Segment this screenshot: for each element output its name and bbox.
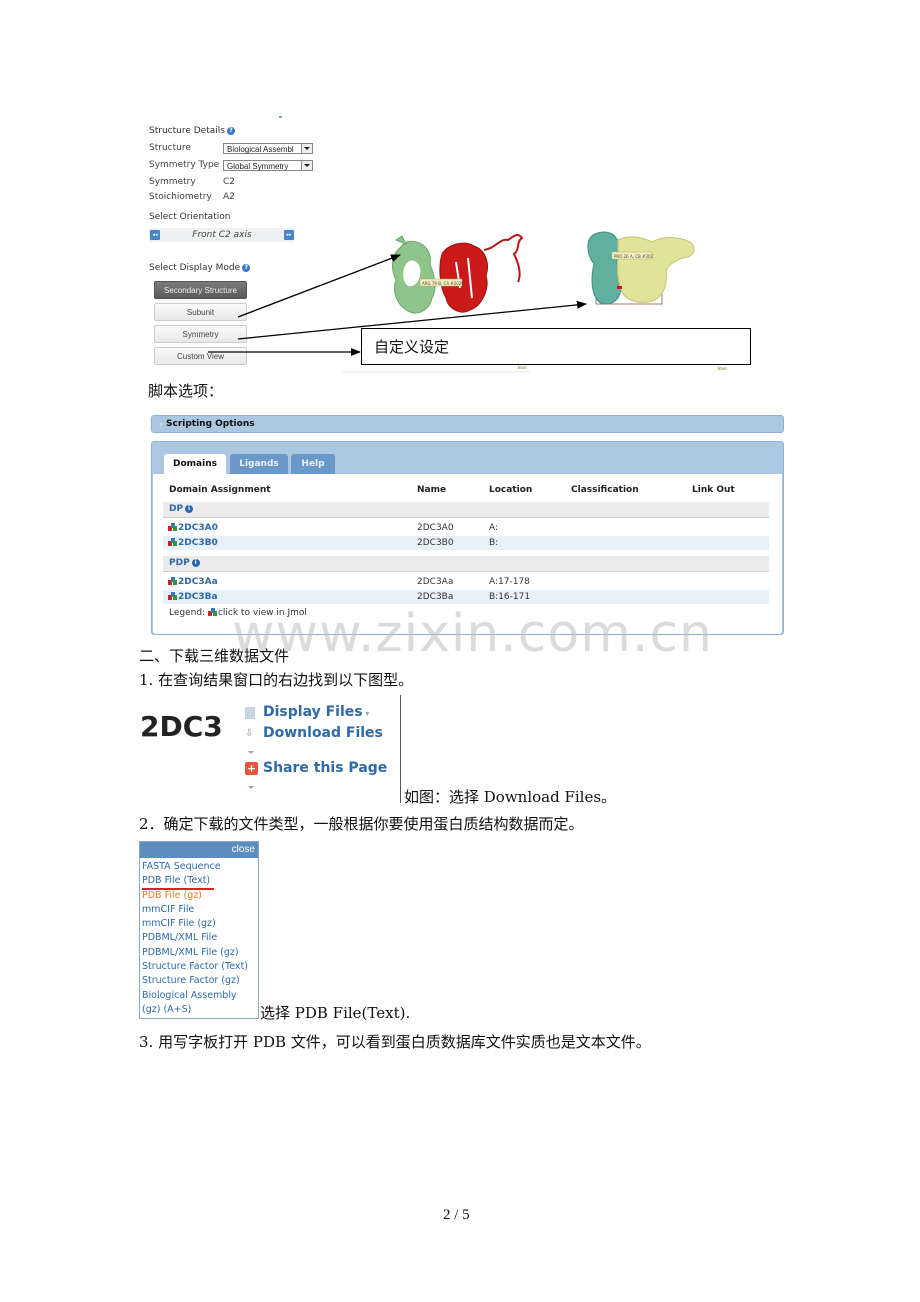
download-option-mmcif[interactable]: mmCIF File xyxy=(140,903,258,917)
image-border xyxy=(258,1000,259,1018)
arrow-subunit xyxy=(237,254,401,318)
group-label-dp: DP i xyxy=(169,502,194,517)
image-border xyxy=(400,695,401,803)
domain-name: 2DC3Ba xyxy=(417,592,454,602)
section-heading: 二、下载三维数据文件 xyxy=(139,647,290,665)
caret-down-icon[interactable] xyxy=(248,751,254,754)
download-option-pdb-text[interactable]: PDB File (Text) xyxy=(140,874,258,888)
download-option-mmcif-gz[interactable]: mmCIF File (gz) xyxy=(140,917,258,931)
column-header-location: Location xyxy=(489,485,533,495)
tab-help[interactable]: Help xyxy=(291,454,335,474)
domain-location: B:16-171 xyxy=(489,592,531,602)
domain-link[interactable]: 2DC3Aa xyxy=(168,575,218,589)
step-2-note: 选择 PDB File(Text). xyxy=(260,1004,411,1022)
jmol-icon xyxy=(168,523,177,531)
info-icon[interactable]: i xyxy=(185,505,194,513)
column-header-classification: Classification xyxy=(571,485,639,495)
jmol-logo-left: Jmol xyxy=(517,366,527,371)
group-label-pdp: PDP i xyxy=(169,556,200,571)
jmol-icon xyxy=(168,592,177,600)
download-option-biological-assembly[interactable]: Biological Assembly xyxy=(140,989,258,1003)
table-row: 2DC3A0 2DC3A0 A: xyxy=(163,521,769,535)
domain-link[interactable]: 2DC3Ba xyxy=(168,590,218,604)
document-icon xyxy=(245,707,255,719)
pdb-id: 2DC3 xyxy=(140,710,223,743)
download-files-menu: close FASTA Sequence PDB File (Text) PDB… xyxy=(139,841,259,1019)
domain-name: 2DC3A0 xyxy=(417,523,454,533)
close-menu-button[interactable]: close xyxy=(140,842,258,858)
step-3-text: 3. 用写字板打开 PDB 文件，可以看到蛋白质数据库文件实质也是文本文件。 xyxy=(139,1033,651,1051)
download-option-structure-factor-gz[interactable]: Structure Factor (gz) xyxy=(140,974,258,988)
column-header-link-out: Link Out xyxy=(692,485,735,495)
tab-ligands[interactable]: Ligands xyxy=(230,454,288,474)
jmol-icon xyxy=(168,538,177,546)
jmol-logo-right: Jmol xyxy=(717,367,727,372)
file-actions-menu: Display Files ▾ ⇩ Download Files + Share… xyxy=(245,704,395,799)
collapse-arrow-icon: › xyxy=(160,421,163,428)
domain-name: 2DC3B0 xyxy=(417,538,454,548)
jmol-icon xyxy=(207,608,217,616)
scripting-options-title: Scripting Options xyxy=(166,419,255,429)
column-header-domain-assignment: Domain Assignment xyxy=(169,485,271,495)
domain-link[interactable]: 2DC3B0 xyxy=(168,536,218,550)
download-files-link[interactable]: Download Files xyxy=(263,725,383,741)
display-files-link[interactable]: Display Files ▾ xyxy=(263,704,369,720)
table-row: 2DC3Aa 2DC3Aa A:17-178 xyxy=(163,575,769,589)
tab-domains[interactable]: Domains xyxy=(164,454,226,474)
share-page-link[interactable]: Share this Page xyxy=(263,760,387,776)
legend-prefix: Legend: xyxy=(169,608,208,618)
highlight-underline xyxy=(142,888,214,890)
domain-name: 2DC3Aa xyxy=(417,577,454,587)
download-option-pdb-gz[interactable]: PDB File (gz) xyxy=(140,889,258,903)
custom-settings-callout: 自定义设定 xyxy=(361,328,751,365)
domain-location: B: xyxy=(489,538,499,548)
table-row: 2DC3B0 2DC3B0 B: xyxy=(163,536,769,550)
watermark: www.zixin.com.cn xyxy=(232,604,713,664)
step-2-text: 2．确定下载的文件类型，一般根据你要使用蛋白质结构数据而定。 xyxy=(139,815,584,833)
download-option-pdbml[interactable]: PDBML/XML File xyxy=(140,931,258,945)
page-number: 2 / 5 xyxy=(443,1207,470,1223)
scripting-options-header[interactable]: › Scripting Options xyxy=(151,415,784,433)
scripting-options-caption: 脚本选项： xyxy=(148,382,224,400)
caret-down-icon[interactable] xyxy=(248,786,254,789)
download-option-structure-factor-text[interactable]: Structure Factor (Text) xyxy=(140,960,258,974)
group-row-pdp: PDP i xyxy=(163,556,769,572)
download-option-biological-assembly-gz[interactable]: (gz) (A+S) xyxy=(140,1003,258,1017)
download-options-list: FASTA Sequence PDB File (Text) PDB File … xyxy=(140,858,258,1017)
column-header-name: Name xyxy=(417,485,447,495)
domain-link[interactable]: 2DC3A0 xyxy=(168,521,218,535)
download-icon: ⇩ xyxy=(245,728,254,739)
share-plus-icon: + xyxy=(245,762,258,775)
download-option-fasta[interactable]: FASTA Sequence xyxy=(140,860,258,874)
step-1-note: 如图：选择 Download Files。 xyxy=(404,788,617,806)
jmol-icon xyxy=(168,577,177,585)
domain-location: A: xyxy=(489,523,499,533)
domain-location: A:17-178 xyxy=(489,577,530,587)
info-icon[interactable]: i xyxy=(191,559,200,567)
table-row: 2DC3Ba 2DC3Ba B:16-171 xyxy=(163,590,769,604)
step-1-text: 1. 在查询结果窗口的右边找到以下图型。 xyxy=(139,671,414,689)
download-option-pdbml-gz[interactable]: PDBML/XML File (gz) xyxy=(140,946,258,960)
group-row-dp: DP i xyxy=(163,502,769,518)
